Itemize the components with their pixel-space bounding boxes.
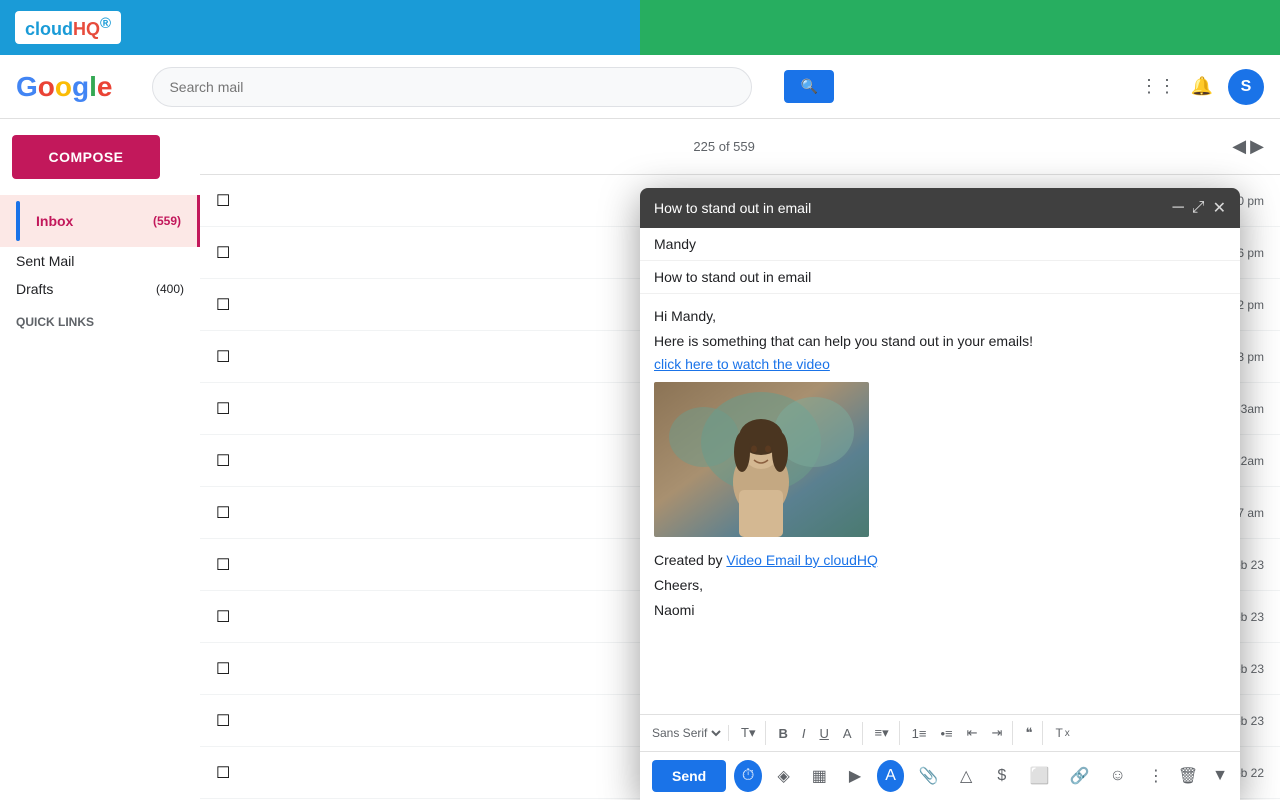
format-group: B I U A [772, 722, 862, 745]
sidebar-item-sent[interactable]: Sent Mail [0, 247, 200, 275]
quick-links-label: Quick Links [0, 303, 200, 333]
close-icon[interactable]: ✕ [1213, 198, 1226, 218]
video-thumbnail-container [654, 382, 1226, 540]
insert-btn[interactable]: ▦ [806, 760, 834, 792]
sidebar: COMPOSE Inbox (559) Sent Mail Drafts (40… [0, 119, 200, 800]
delete-button[interactable]: 🗑 [1172, 760, 1204, 792]
inbox-count: (559) [153, 214, 181, 228]
email-checkbox[interactable]: ☐ [216, 347, 240, 367]
prev-page-icon[interactable]: ◀ [1232, 136, 1246, 157]
email-checkbox[interactable]: ☐ [216, 503, 240, 523]
body-name: Naomi [654, 600, 1226, 621]
cloudhq-bar: cloudHQ® [0, 0, 1280, 55]
body-cheers: Cheers, [654, 575, 1226, 596]
inbox-label: Inbox [36, 213, 73, 229]
sent-label: Sent Mail [16, 253, 74, 269]
send-button[interactable]: Send [652, 760, 726, 792]
font-size-btn[interactable]: T▾ [735, 721, 761, 745]
font-select[interactable]: Sans Serif [648, 725, 724, 741]
cloudhq-logo: cloudHQ® [15, 11, 121, 44]
compose-bottom-bar: Send ⏱ ◈ ▦ ▶ A 📎 △ $ ⬜ 🔗 ☺ ⋮ 🗑 ▼ [640, 751, 1240, 800]
body-line1: Here is something that can help you stan… [654, 331, 1226, 352]
font-size-group: T▾ [735, 721, 766, 745]
compose-dialog: How to stand out in email ─ ⤢ ✕ Hi Mandy… [640, 188, 1240, 800]
body-video-link[interactable]: click here to watch the video [654, 356, 830, 372]
clear-format-btn[interactable]: Tx [1049, 722, 1075, 744]
drive-btn[interactable]: △ [952, 760, 980, 792]
email-checkbox[interactable]: ☐ [216, 191, 240, 211]
more-options-btn[interactable]: ⋮ [1148, 766, 1164, 786]
video-thumbnail [654, 382, 869, 537]
sidebar-item-drafts[interactable]: Drafts (400) [0, 275, 200, 303]
bullet-list-btn[interactable]: •≡ [935, 722, 959, 745]
font-color-btn[interactable]: A [837, 722, 858, 745]
bell-icon[interactable]: 🔔 [1184, 69, 1220, 105]
quote-group: ❝ [1019, 721, 1043, 745]
compose-header-icons: ─ ⤢ ✕ [1172, 198, 1226, 218]
compose-body[interactable]: Hi Mandy, Here is something that can hel… [640, 294, 1240, 714]
align-group: ≡▾ [869, 721, 900, 745]
email-list-header: 225 of 559 ◀ ▶ [200, 119, 1280, 175]
subject-input[interactable] [654, 269, 1226, 285]
cloudhq-bar-right [640, 0, 1280, 55]
sidebar-item-inbox[interactable]: Inbox (559) [0, 195, 200, 247]
email-checkbox[interactable]: ☐ [216, 243, 240, 263]
compose-header: How to stand out in email ─ ⤢ ✕ [640, 188, 1240, 228]
compose-dialog-title: How to stand out in email [654, 200, 1172, 216]
underline-btn[interactable]: U [813, 722, 834, 745]
email-checkbox[interactable]: ☐ [216, 399, 240, 419]
email-checkbox[interactable]: ☐ [216, 607, 240, 627]
numbered-list-btn[interactable]: 1≡ [906, 722, 933, 745]
font-color-bottom-btn[interactable]: A [877, 760, 905, 792]
google-header: Google 🔍 ⋮⋮ 🔔 S [0, 55, 1280, 119]
header-icons: ⋮⋮ 🔔 S [1140, 69, 1264, 105]
pagination: 225 of 559 [693, 139, 754, 154]
email-checkbox[interactable]: ☐ [216, 763, 240, 783]
align-btn[interactable]: ≡▾ [869, 721, 895, 745]
clear-group: Tx [1049, 722, 1079, 744]
emoji-btn[interactable]: ☺ [1103, 760, 1131, 792]
email-checkbox[interactable]: ☐ [216, 711, 240, 731]
body-created: Created by Video Email by cloudHQ [654, 550, 1226, 571]
email-checkbox[interactable]: ☐ [216, 295, 240, 315]
inbox-indicator [16, 201, 20, 241]
to-input[interactable] [654, 236, 1226, 252]
formatting-toolbar: Sans Serif T▾ B I U A ≡▾ 1≡ •≡ ⇤ ⇥ ❝ Tx [640, 714, 1240, 751]
dropbox-btn[interactable]: ◈ [770, 760, 798, 792]
attach-btn[interactable]: 📎 [912, 760, 944, 792]
quote-btn[interactable]: ❝ [1019, 721, 1038, 745]
grid-icon[interactable]: ⋮⋮ [1140, 69, 1176, 105]
email-checkbox[interactable]: ☐ [216, 451, 240, 471]
email-checkbox[interactable]: ☐ [216, 555, 240, 575]
avatar-icon[interactable]: S [1228, 69, 1264, 105]
body-created-by: Created by [654, 552, 726, 568]
compose-subject-field [640, 261, 1240, 294]
google-logo: Google [16, 71, 112, 103]
photo-btn[interactable]: ⬜ [1024, 760, 1056, 792]
body-greeting: Hi Mandy, [654, 306, 1226, 327]
font-group: Sans Serif [648, 725, 729, 741]
expand-icon[interactable]: ⤢ [1192, 199, 1205, 217]
italic-btn[interactable]: I [796, 722, 812, 745]
dollar-btn[interactable]: $ [988, 760, 1016, 792]
cloudhq-link[interactable]: Video Email by cloudHQ [726, 552, 877, 568]
indent-more-btn[interactable]: ⇥ [986, 721, 1009, 745]
list-group: 1≡ •≡ ⇤ ⇥ [906, 721, 1014, 745]
compose-to-field [640, 228, 1240, 261]
video-email-btn[interactable]: ⏱ [734, 760, 762, 792]
search-input[interactable] [152, 67, 752, 107]
more-chevron[interactable]: ▼ [1212, 767, 1228, 785]
email-checkbox[interactable]: ☐ [216, 659, 240, 679]
link-btn[interactable]: 🔗 [1064, 760, 1096, 792]
minimize-icon[interactable]: ─ [1172, 199, 1183, 217]
drafts-label: Drafts [16, 281, 53, 297]
search-button[interactable]: 🔍 [784, 70, 833, 103]
indent-less-btn[interactable]: ⇤ [961, 721, 984, 745]
bold-btn[interactable]: B [772, 722, 793, 745]
drafts-count: (400) [156, 282, 184, 296]
compose-button[interactable]: COMPOSE [12, 135, 160, 179]
video-btn[interactable]: ▶ [841, 760, 869, 792]
next-page-icon[interactable]: ▶ [1250, 136, 1264, 157]
